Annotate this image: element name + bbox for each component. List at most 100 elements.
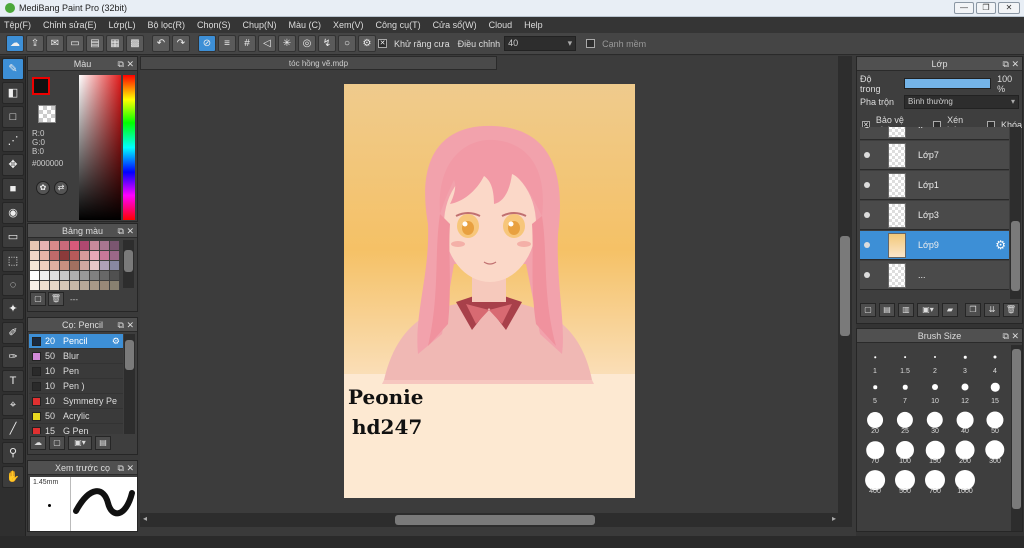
panel-close-icon[interactable]: ⧉ ✕ <box>1003 57 1019 71</box>
artwork-canvas[interactable]: Peonie hd247 <box>344 84 635 498</box>
new-palette-icon[interactable]: ▢ <box>30 292 46 306</box>
palette-swatch[interactable] <box>80 241 89 250</box>
add-layer-menu-icon[interactable]: ▣▾ <box>917 303 939 317</box>
color-wheel-icon[interactable]: ✿ <box>36 181 50 195</box>
move-tool-icon[interactable]: ✥ <box>2 154 24 176</box>
palette-swatch[interactable] <box>40 271 49 280</box>
snap-parallel-icon[interactable]: ≡ <box>218 35 236 52</box>
palette-swatch[interactable] <box>80 281 89 290</box>
eye-icon[interactable] <box>864 242 870 248</box>
blend-mode-select[interactable]: Bình thường <box>904 95 1020 109</box>
brush-list-item[interactable]: 50 Blur <box>29 349 123 364</box>
brush-size-scrollbar[interactable] <box>1011 345 1022 531</box>
brush-list-item[interactable]: 15 G Pen <box>29 424 123 434</box>
rectangle-tool-icon[interactable]: □ <box>2 106 24 128</box>
layer-row[interactable]: Lớp3 <box>860 201 1009 230</box>
select-eraser-tool-icon[interactable]: ✑ <box>2 346 24 368</box>
palette-swatch[interactable] <box>110 251 119 260</box>
palette-swatch[interactable] <box>100 241 109 250</box>
palette-swatch[interactable] <box>90 241 99 250</box>
palette-swatch[interactable] <box>60 251 69 260</box>
palette-swatch[interactable] <box>60 281 69 290</box>
menu-layer[interactable]: Lớp(L) <box>109 20 136 30</box>
delete-layer-icon[interactable]: 🗑 <box>1003 303 1019 317</box>
background-color-swatch[interactable] <box>38 105 56 123</box>
layer-scrollbar[interactable] <box>1010 127 1021 299</box>
palette-swatch[interactable] <box>90 271 99 280</box>
chat-icon[interactable]: ▭ <box>66 35 84 52</box>
brush-size-option[interactable]: 100 <box>890 437 920 467</box>
menu-window[interactable]: Cửa sổ(W) <box>433 20 477 30</box>
menu-help[interactable]: Help <box>524 20 543 30</box>
soft-edge-checkbox[interactable] <box>586 39 596 48</box>
palette-swatch[interactable] <box>80 251 89 260</box>
palette-swatch[interactable] <box>30 281 39 290</box>
eye-icon[interactable] <box>864 272 870 278</box>
panel-close-icon[interactable]: ⧉ ✕ <box>118 461 134 475</box>
color-swap-icon[interactable]: ⇄ <box>54 181 68 195</box>
restore-button[interactable]: ❐ <box>976 2 996 14</box>
saturation-value-picker[interactable] <box>79 75 121 220</box>
palette-swatch[interactable] <box>90 251 99 260</box>
brush-size-option[interactable]: 1.5 <box>890 347 920 377</box>
brush-size-option[interactable]: 10 <box>920 377 950 407</box>
hue-slider[interactable] <box>123 75 135 220</box>
snap-ellipse-icon[interactable]: ○ <box>338 35 356 52</box>
palette-swatch[interactable] <box>90 261 99 270</box>
eye-icon[interactable] <box>864 127 870 128</box>
brush-cloud-icon[interactable]: ☁ <box>30 436 46 450</box>
menu-filter[interactable]: Bộ lọc(R) <box>147 20 185 30</box>
hand-tool-icon[interactable]: ✋ <box>2 466 24 488</box>
share-icon[interactable]: ⇪ <box>26 35 44 52</box>
layer-row[interactable]: .. <box>860 127 1009 140</box>
brush-scrollbar[interactable] <box>124 334 135 434</box>
palette-swatch[interactable] <box>40 261 49 270</box>
menu-file[interactable]: Tệp(F) <box>4 20 31 30</box>
document-icon[interactable]: ▤ <box>86 35 104 52</box>
palette-swatch[interactable] <box>70 261 79 270</box>
snap-off-icon[interactable]: ⊘ <box>198 35 216 52</box>
brush-size-option[interactable]: 700 <box>920 467 950 497</box>
duplicate-layer-icon[interactable]: ❐ <box>965 303 981 317</box>
palette-swatch[interactable] <box>100 271 109 280</box>
menu-view[interactable]: Xem(V) <box>333 20 364 30</box>
eye-icon[interactable] <box>864 182 870 188</box>
document-tab[interactable]: tóc hồng vẽ.mdp <box>140 56 497 70</box>
gear-icon[interactable]: ⚙ <box>995 238 1006 252</box>
undo-icon[interactable]: ↶ <box>152 35 170 52</box>
brush-size-option[interactable]: 300 <box>980 437 1010 467</box>
brush-list-item[interactable]: 10 Symmetry Pe <box>29 394 123 409</box>
brush-list-item[interactable]: 20 Pencil ⚙ <box>29 334 123 349</box>
palette-swatch[interactable] <box>50 241 59 250</box>
eyedropper-tool-icon[interactable]: ⚲ <box>2 442 24 464</box>
brush-size-option[interactable]: 1000 <box>950 467 980 497</box>
new-8bit-layer-icon[interactable]: ▥ <box>898 303 914 317</box>
brush-size-option[interactable]: 4 <box>980 347 1010 377</box>
palette-swatch[interactable] <box>30 271 39 280</box>
delete-palette-icon[interactable]: 🗑 <box>48 292 64 306</box>
divide-tool-icon[interactable]: ╱ <box>2 418 24 440</box>
palette-swatch[interactable] <box>50 261 59 270</box>
brush-list-item[interactable]: 50 Acrylic <box>29 409 123 424</box>
layer-row[interactable]: ... <box>860 261 1009 290</box>
close-button[interactable]: ✕ <box>998 2 1020 14</box>
brush-list-item[interactable]: 10 Pen <box>29 364 123 379</box>
folder-icon[interactable]: ▰ <box>942 303 958 317</box>
brush-settings-icon[interactable]: ▤ <box>95 436 111 450</box>
new-halftone-layer-icon[interactable]: ▤ <box>879 303 895 317</box>
panel-close-icon[interactable]: ⧉ ✕ <box>118 224 134 238</box>
gradient-tool-icon[interactable]: ▭ <box>2 226 24 248</box>
minimize-button[interactable]: — <box>954 2 974 14</box>
brush-size-option[interactable]: 500 <box>890 467 920 497</box>
menu-color[interactable]: Màu (C) <box>289 20 322 30</box>
eye-icon[interactable] <box>864 212 870 218</box>
palette-swatch[interactable] <box>40 251 49 260</box>
canvas-horizontal-scrollbar[interactable]: ◂ ▸ <box>140 513 852 527</box>
menu-select[interactable]: Chọn(S) <box>197 20 231 30</box>
eye-icon[interactable] <box>864 152 870 158</box>
palette-swatch[interactable] <box>100 261 109 270</box>
brush-size-option[interactable]: 1 <box>860 347 890 377</box>
palette-swatch[interactable] <box>70 241 79 250</box>
palette-swatch[interactable] <box>40 241 49 250</box>
merge-layer-icon[interactable]: ⇊ <box>984 303 1000 317</box>
